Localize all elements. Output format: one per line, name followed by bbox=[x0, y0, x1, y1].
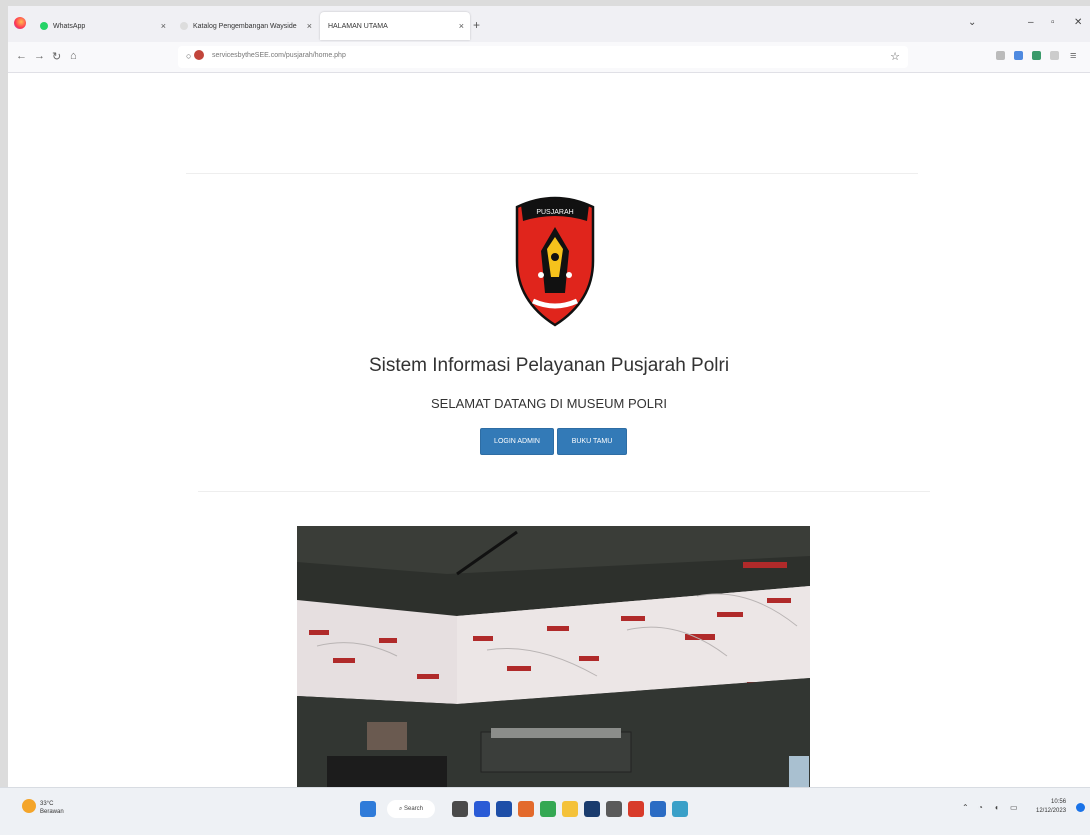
account-icon[interactable] bbox=[1050, 51, 1059, 60]
extension-icon[interactable] bbox=[1032, 51, 1041, 60]
app-icon-2[interactable] bbox=[606, 801, 622, 817]
back-icon[interactable]: ← bbox=[16, 50, 27, 62]
tab-whatsapp[interactable]: WhatsApp × bbox=[32, 12, 172, 40]
new-tab-icon[interactable]: + bbox=[473, 18, 480, 32]
web-page: PUSJARAH Sistem Informasi Pelayanan Pusj… bbox=[8, 73, 1090, 793]
bottom-divider bbox=[198, 491, 930, 492]
address-bar[interactable]: ○ servicesbytheSEE.com/pusjarah/home.php… bbox=[178, 46, 908, 68]
home-icon[interactable]: ⌂ bbox=[70, 50, 77, 62]
app-icon[interactable] bbox=[584, 801, 600, 817]
copilot-icon[interactable] bbox=[474, 801, 490, 817]
tab-katalog[interactable]: Katalog Pengembangan Wayside × bbox=[172, 12, 318, 40]
menu-icon[interactable]: ≡ bbox=[1070, 50, 1076, 62]
store-icon[interactable] bbox=[496, 801, 512, 817]
firefox-view-icon[interactable] bbox=[14, 17, 26, 29]
taskbar-search[interactable]: ⌕ Search bbox=[387, 800, 435, 818]
welcome-subtitle: SELAMAT DATANG DI MUSEUM POLRI bbox=[431, 396, 667, 411]
notification-icon[interactable] bbox=[1076, 803, 1085, 812]
bookmark-star-icon[interactable]: ☆ bbox=[890, 50, 900, 63]
navigation-toolbar: ← → ↻ ⌂ ○ servicesbytheSEE.com/pusjarah/… bbox=[8, 42, 1090, 73]
tab-label: Katalog Pengembangan Wayside bbox=[193, 22, 297, 30]
site-icon bbox=[194, 50, 204, 60]
clock-time: 10:56 bbox=[1051, 799, 1067, 805]
start-icon[interactable] bbox=[360, 801, 376, 817]
clock-date: 12/12/2023 bbox=[1036, 808, 1067, 814]
search-label: Search bbox=[404, 806, 424, 812]
wifi-icon[interactable]: ◔ bbox=[978, 803, 983, 812]
url-text[interactable]: servicesbytheSEE.com/pusjarah/home.php bbox=[212, 52, 346, 59]
page-title: Sistem Informasi Pelayanan Pusjarah Polr… bbox=[368, 355, 730, 376]
weather-desc: Berawan bbox=[40, 809, 64, 815]
tab-list-icon[interactable]: ⌄ bbox=[968, 17, 976, 28]
museum-photo bbox=[297, 526, 810, 793]
close-window-icon[interactable]: ✕ bbox=[1074, 17, 1082, 28]
tab-label: HALAMAN UTAMA bbox=[328, 22, 388, 30]
pusjarah-logo: PUSJARAH bbox=[511, 193, 599, 333]
tab-label: WhatsApp bbox=[53, 22, 86, 30]
browser-window: WhatsApp × Katalog Pengembangan Wayside … bbox=[8, 6, 1090, 834]
top-divider bbox=[186, 173, 918, 174]
firefox-icon[interactable] bbox=[518, 801, 534, 817]
word-icon[interactable] bbox=[650, 801, 666, 817]
weather-temp: 33°C bbox=[40, 801, 54, 807]
battery-icon[interactable]: ▭ bbox=[1010, 803, 1018, 812]
task-view-icon[interactable] bbox=[452, 801, 468, 817]
whatsapp-icon bbox=[40, 22, 48, 30]
login-admin-button[interactable]: LOGIN ADMIN bbox=[480, 428, 554, 455]
volume-icon[interactable]: ◖ bbox=[994, 803, 999, 812]
tab-halaman-utama[interactable]: HALAMAN UTAMA × bbox=[320, 12, 470, 40]
page-icon bbox=[180, 22, 188, 30]
guestbook-button[interactable]: BUKU TAMU bbox=[557, 428, 627, 455]
tray-chevron-icon[interactable]: ⌃ bbox=[962, 803, 969, 812]
close-icon[interactable]: × bbox=[459, 21, 464, 31]
chrome-icon[interactable] bbox=[540, 801, 556, 817]
reload-icon[interactable]: ↻ bbox=[52, 50, 61, 63]
file-explorer-icon[interactable] bbox=[562, 801, 578, 817]
weather-widget[interactable]: 33°C Berawan bbox=[40, 800, 64, 816]
minimize-icon[interactable]: – bbox=[1028, 17, 1034, 28]
weather-icon[interactable] bbox=[22, 799, 36, 813]
shield-icon[interactable]: ○ bbox=[186, 51, 191, 61]
maximize-icon[interactable]: ▫ bbox=[1051, 17, 1055, 28]
taskbar: 33°C Berawan ⌕ Search ⌃ ◔ ◖ ▭ 10:56 12/1… bbox=[0, 787, 1090, 835]
close-icon[interactable]: × bbox=[161, 21, 166, 31]
download-icon[interactable] bbox=[1014, 51, 1023, 60]
clock[interactable]: 10:56 12/12/2023 bbox=[1036, 798, 1066, 816]
tab-strip: WhatsApp × Katalog Pengembangan Wayside … bbox=[8, 6, 1090, 42]
app-icon-3[interactable] bbox=[628, 801, 644, 817]
svg-text:PUSJARAH: PUSJARAH bbox=[536, 209, 573, 216]
app-icon-4[interactable] bbox=[672, 801, 688, 817]
pocket-icon[interactable] bbox=[996, 51, 1005, 60]
close-icon[interactable]: × bbox=[307, 21, 312, 31]
forward-icon[interactable]: → bbox=[34, 50, 45, 62]
